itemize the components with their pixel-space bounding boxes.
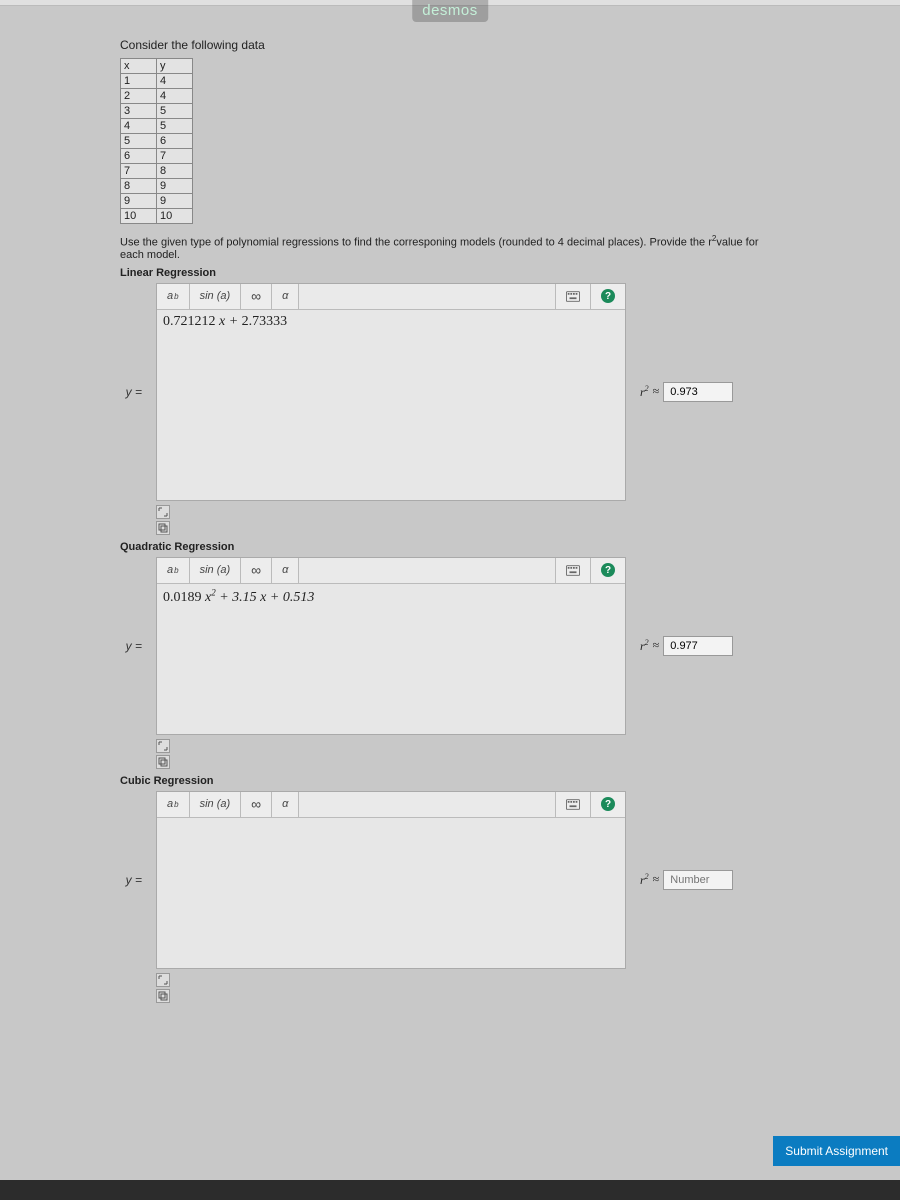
- linear-r2-block: r2 ≈: [640, 382, 733, 402]
- infinity-button[interactable]: ∞: [241, 284, 272, 309]
- table-row: 35: [121, 104, 193, 119]
- help-icon[interactable]: ?: [590, 792, 625, 817]
- quadratic-feedback-icons: [156, 739, 780, 769]
- desmos-tag: desmos: [412, 0, 488, 22]
- math-toolbar: ab sin (a) ∞ α ?: [157, 792, 625, 818]
- help-icon[interactable]: ?: [590, 284, 625, 309]
- table-row: 24: [121, 89, 193, 104]
- exponent-button[interactable]: ab: [157, 284, 190, 309]
- y-equals-label: y =: [120, 873, 142, 887]
- table-row: 67: [121, 149, 193, 164]
- table-header-row: x y: [121, 59, 193, 74]
- cubic-math-box: ab sin (a) ∞ α ?: [156, 791, 626, 969]
- infinity-button[interactable]: ∞: [241, 558, 272, 583]
- copy-icon[interactable]: [156, 521, 170, 535]
- copy-icon[interactable]: [156, 755, 170, 769]
- cubic-regression-label: Cubic Regression: [120, 775, 780, 787]
- col-header-y: y: [157, 59, 193, 74]
- cubic-math-input[interactable]: [157, 818, 625, 968]
- table-row: 1010: [121, 209, 193, 224]
- instructions-text: Use the given type of polynomial regress…: [120, 234, 780, 261]
- keyboard-icon[interactable]: [555, 792, 590, 817]
- cubic-r2-input[interactable]: [663, 870, 733, 890]
- quadratic-math-input[interactable]: 0.0189 x2 + 3.15 x + 0.513: [157, 584, 625, 734]
- data-table: x y 14 24 35 45 56 67 78 89 99 1010: [120, 58, 193, 224]
- exponent-button[interactable]: ab: [157, 558, 190, 583]
- linear-math-input[interactable]: 0.721212 x + 2.73333: [157, 310, 625, 500]
- prompt-text: Consider the following data: [120, 38, 780, 52]
- math-toolbar: ab sin (a) ∞ α ?: [157, 558, 625, 584]
- table-row: 14: [121, 74, 193, 89]
- expand-icon[interactable]: [156, 739, 170, 753]
- quadratic-math-box: ab sin (a) ∞ α ? 0.0189 x2 + 3.15 x + 0.…: [156, 557, 626, 735]
- table-row: 78: [121, 164, 193, 179]
- alpha-button[interactable]: α: [272, 558, 299, 583]
- table-row: 45: [121, 119, 193, 134]
- copy-icon[interactable]: [156, 989, 170, 1003]
- quadratic-regression-row: y = ab sin (a) ∞ α ? 0.0189 x2 + 3.15 x …: [120, 557, 780, 735]
- keyboard-icon[interactable]: [555, 284, 590, 309]
- help-icon[interactable]: ?: [590, 558, 625, 583]
- infinity-button[interactable]: ∞: [241, 792, 272, 817]
- col-header-x: x: [121, 59, 157, 74]
- bottom-taskbar: [0, 1180, 900, 1200]
- y-equals-label: y =: [120, 639, 142, 653]
- alpha-button[interactable]: α: [272, 792, 299, 817]
- quadratic-r2-input[interactable]: [663, 636, 733, 656]
- linear-r2-input[interactable]: [663, 382, 733, 402]
- math-toolbar: ab sin (a) ∞ α ?: [157, 284, 625, 310]
- table-row: 56: [121, 134, 193, 149]
- keyboard-icon[interactable]: [555, 558, 590, 583]
- trig-button[interactable]: sin (a): [190, 284, 242, 309]
- trig-button[interactable]: sin (a): [190, 792, 242, 817]
- linear-feedback-icons: [156, 505, 780, 535]
- alpha-button[interactable]: α: [272, 284, 299, 309]
- submit-assignment-button[interactable]: Submit Assignment: [773, 1136, 900, 1166]
- cubic-r2-block: r2 ≈: [640, 870, 733, 890]
- quadratic-r2-block: r2 ≈: [640, 636, 733, 656]
- quadratic-regression-label: Quadratic Regression: [120, 541, 780, 553]
- assignment-content: Consider the following data x y 14 24 35…: [0, 6, 900, 1069]
- cubic-regression-row: y = ab sin (a) ∞ α ? r2 ≈: [120, 791, 780, 969]
- table-row: 99: [121, 194, 193, 209]
- exponent-button[interactable]: ab: [157, 792, 190, 817]
- trig-button[interactable]: sin (a): [190, 558, 242, 583]
- linear-regression-label: Linear Regression: [120, 267, 780, 279]
- expand-icon[interactable]: [156, 973, 170, 987]
- linear-math-box: ab sin (a) ∞ α ? 0.721212 x + 2.73333: [156, 283, 626, 501]
- y-equals-label: y =: [120, 385, 142, 399]
- linear-regression-row: y = ab sin (a) ∞ α ? 0.721212 x + 2.7333…: [120, 283, 780, 501]
- table-row: 89: [121, 179, 193, 194]
- expand-icon[interactable]: [156, 505, 170, 519]
- cubic-feedback-icons: [156, 973, 780, 1003]
